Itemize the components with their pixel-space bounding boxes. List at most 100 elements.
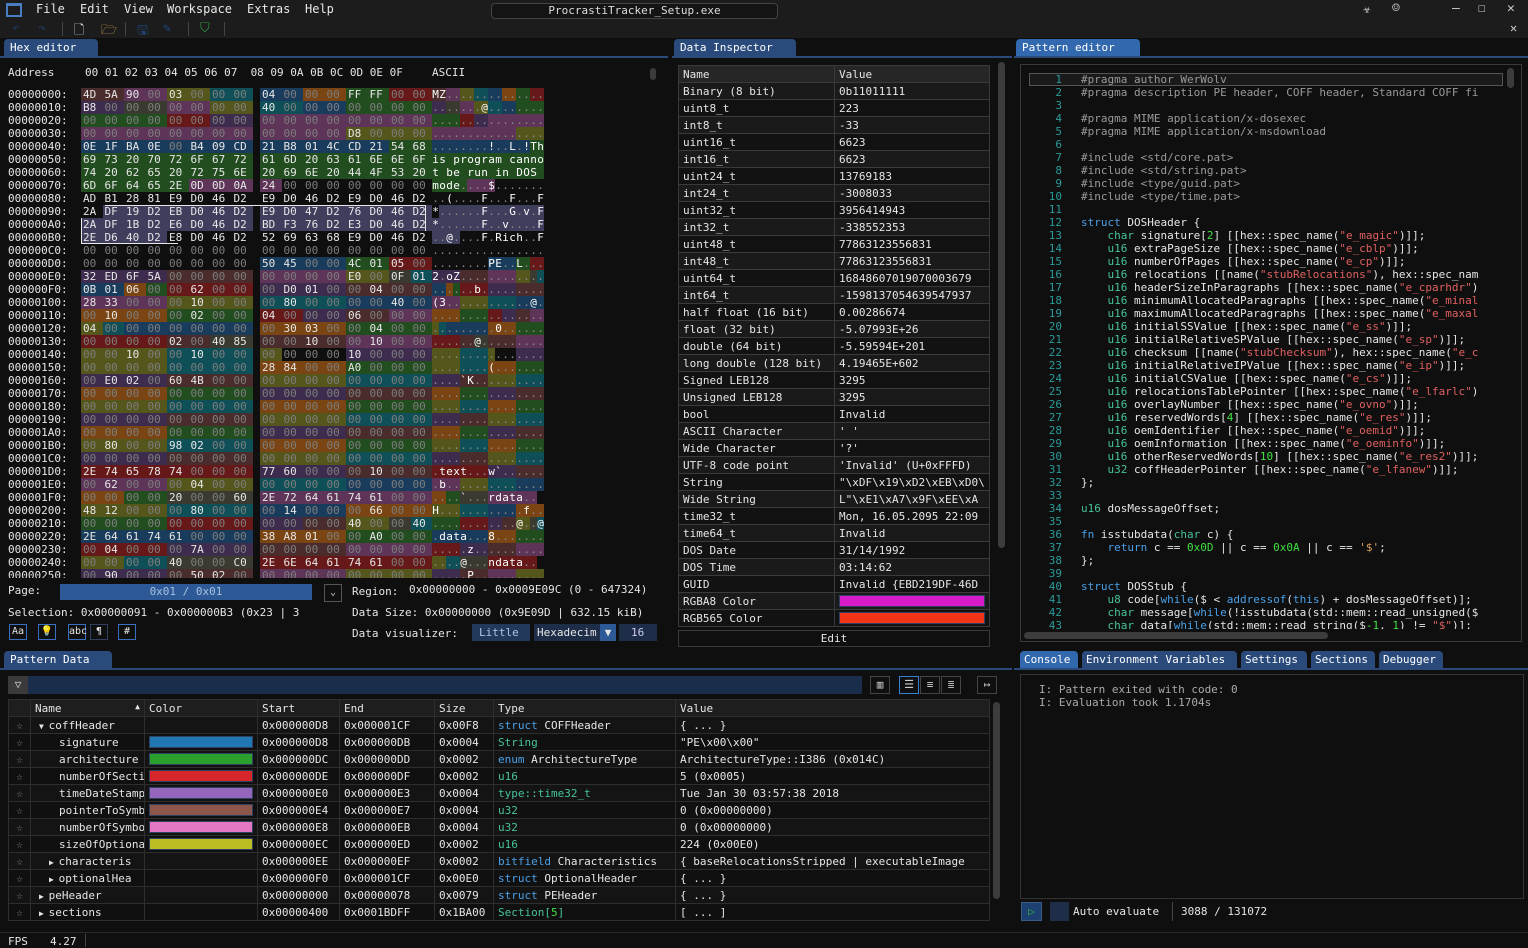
hex-byte[interactable]: 00 — [346, 452, 368, 465]
hex-byte[interactable]: 00 — [367, 400, 389, 413]
hex-byte[interactable]: 00 — [389, 127, 411, 140]
ascii-char[interactable]: . — [530, 374, 537, 387]
hex-byte[interactable]: 40 — [167, 556, 189, 569]
inspector-row[interactable]: RGBA8 Color — [678, 592, 990, 610]
code-line[interactable]: u16 otherReservedWords[10] [[hex::spec_n… — [1081, 450, 1479, 463]
ascii-char[interactable]: . — [537, 543, 544, 556]
ascii-char[interactable]: . — [502, 478, 509, 491]
hex-byte[interactable]: 00 — [325, 244, 347, 257]
ascii-char[interactable]: . — [509, 179, 516, 192]
inspector-row[interactable]: ASCII Character ' ' — [678, 422, 990, 440]
hex-byte[interactable]: 00 — [367, 374, 389, 387]
hex-byte[interactable]: 00 — [303, 127, 325, 140]
hex-byte[interactable]: 04 — [367, 322, 389, 335]
ascii-char[interactable]: ( — [446, 192, 453, 205]
hex-byte[interactable]: 76 — [346, 205, 368, 218]
filter-icon[interactable]: ▽ — [8, 676, 28, 694]
hex-byte[interactable]: EB — [167, 205, 189, 218]
ascii-char[interactable]: Z — [439, 88, 446, 101]
code-line[interactable]: char signature[2] [[hex::spec_name("e_ma… — [1081, 229, 1426, 242]
hex-byte[interactable]: 00 — [145, 101, 167, 114]
hex-byte[interactable]: 00 — [145, 88, 167, 101]
hex-byte[interactable]: 00 — [81, 556, 103, 569]
ascii-char[interactable]: . — [502, 413, 509, 426]
hex-byte[interactable]: 4C — [346, 257, 368, 270]
ascii-char[interactable]: . — [481, 322, 488, 335]
ascii-char[interactable]: . — [502, 426, 509, 439]
ascii-char[interactable]: . — [460, 205, 467, 218]
favorite-star-icon[interactable]: ☆ — [8, 903, 31, 921]
hex-byte[interactable]: 00 — [281, 400, 303, 413]
hex-byte[interactable]: 00 — [124, 309, 146, 322]
hex-byte[interactable]: D2 — [410, 205, 432, 218]
ascii-char[interactable]: . — [495, 192, 502, 205]
ascii-char[interactable]: . — [523, 114, 530, 127]
menu-extras[interactable]: Extras — [247, 2, 290, 16]
hex-byte[interactable]: D0 — [188, 205, 210, 218]
hex-byte[interactable]: D0 — [189, 192, 211, 205]
inspector-value[interactable]: 03:14:62 — [834, 558, 990, 576]
hex-byte[interactable]: 00 — [367, 101, 389, 114]
ascii-char[interactable]: o — [537, 153, 544, 166]
ascii-char[interactable]: . — [488, 426, 495, 439]
hex-byte[interactable]: D0 — [281, 283, 303, 296]
hex-byte[interactable]: 00 — [124, 400, 146, 413]
ascii-char[interactable]: . — [446, 426, 453, 439]
hex-byte[interactable]: 40 — [410, 517, 432, 530]
hex-byte[interactable]: 20 — [167, 491, 189, 504]
hex-byte[interactable]: 4F — [367, 166, 389, 179]
hex-byte[interactable]: 10 — [188, 296, 210, 309]
ascii-char[interactable]: . — [467, 101, 474, 114]
ascii-char[interactable]: . — [530, 465, 537, 478]
ascii-char[interactable]: . — [453, 192, 460, 205]
ascii-char[interactable]: . — [460, 283, 467, 296]
pattern-name[interactable]: sizeOfOptiona — [30, 835, 145, 853]
ascii-char[interactable] — [460, 166, 467, 179]
ascii-char[interactable]: . — [509, 257, 516, 270]
inspector-value[interactable]: ' ' — [834, 422, 990, 440]
hex-byte[interactable]: 00 — [367, 413, 389, 426]
bug-icon[interactable]: ☣ — [1363, 2, 1371, 17]
ascii-char[interactable]: . — [516, 426, 523, 439]
ascii-char[interactable]: . — [509, 374, 516, 387]
inspector-row[interactable]: uint24_t 13769183 — [678, 167, 990, 185]
hex-byte[interactable]: 00 — [260, 322, 282, 335]
hex-byte[interactable]: D0 — [188, 218, 210, 231]
hex-byte[interactable]: 00 — [124, 504, 146, 517]
hex-byte[interactable]: 00 — [231, 348, 253, 361]
hex-byte[interactable]: 00 — [231, 439, 253, 452]
ascii-char[interactable]: F — [481, 205, 488, 218]
hex-byte[interactable]: 10 — [367, 335, 389, 348]
ascii-char[interactable]: . — [453, 348, 460, 361]
ascii-char[interactable]: . — [460, 270, 467, 283]
hex-byte[interactable]: 00 — [346, 465, 368, 478]
hex-byte[interactable]: 00 — [167, 504, 189, 517]
ascii-char[interactable]: . — [460, 387, 467, 400]
ascii-char[interactable]: o — [467, 153, 474, 166]
hex-byte[interactable]: 00 — [188, 465, 210, 478]
editor-h-scrollbar[interactable] — [1024, 632, 1328, 639]
hex-byte[interactable]: 00 — [303, 517, 325, 530]
ascii-char[interactable]: . — [495, 348, 502, 361]
hex-row[interactable]: 000000A0: 2A DF 1B D2 E6 D0 46 D2 BD F3 76 D2 E3 D0 46 D… — [0, 218, 660, 231]
ascii-char[interactable]: 3 — [439, 296, 446, 309]
hex-byte[interactable]: 01 — [303, 530, 325, 543]
hex-byte[interactable]: 00 — [260, 296, 282, 309]
hex-byte[interactable]: 78 — [145, 465, 167, 478]
hex-byte[interactable]: 00 — [346, 439, 368, 452]
hex-row[interactable]: 00000200: 48 12 00 00 00 80 00 00 00 14 00 00 00 66 00 0… — [0, 504, 660, 517]
ascii-char[interactable]: . — [523, 322, 530, 335]
hex-byte[interactable]: 00 — [324, 283, 346, 296]
ascii-char[interactable]: . — [516, 283, 523, 296]
code-line[interactable]: #pragma description PE header, COFF head… — [1081, 86, 1478, 99]
code-line[interactable]: #pragma MIME application/x-dosexec — [1081, 112, 1306, 125]
hex-row[interactable]: 00000100: 28 33 00 00 00 10 00 00 00 80 00 00 00 00 40 0… — [0, 296, 660, 309]
ascii-char[interactable]: . — [537, 335, 544, 348]
hex-byte[interactable]: 5A — [145, 270, 167, 283]
ascii-char[interactable]: . — [446, 452, 453, 465]
ascii-char[interactable]: . — [481, 114, 488, 127]
ascii-char[interactable]: . — [439, 192, 446, 205]
hex-byte[interactable]: 00 — [145, 374, 167, 387]
hex-byte[interactable]: 00 — [124, 556, 146, 569]
ascii-char[interactable]: . — [453, 374, 460, 387]
